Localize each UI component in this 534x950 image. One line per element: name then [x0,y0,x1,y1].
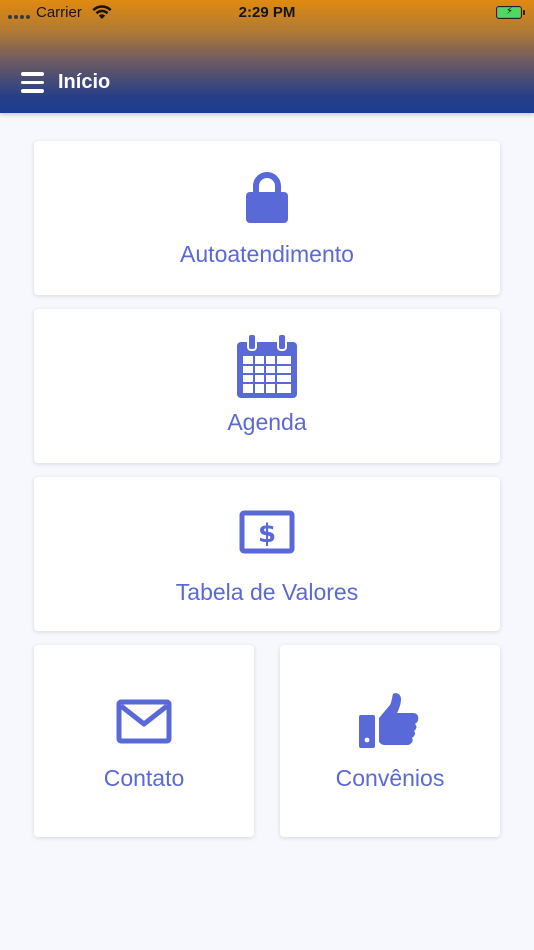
autoatendimento-card[interactable]: Autoatendimento [34,141,500,295]
money-bill-icon: $ [239,510,295,554]
svg-text:$: $ [258,519,276,549]
battery-icon: ⚡ [496,6,522,19]
contato-label: Contato [103,765,185,791]
top-app-bar: Carrier 2:29 PM ⚡ Início [0,0,534,113]
convenios-label: Convênios [335,765,445,791]
tabela-de-valores-label: Tabela de Valores [175,579,359,605]
tabela-de-valores-card[interactable]: $ Tabela de Valores [34,477,500,631]
autoatendimento-label: Autoatendimento [180,241,354,267]
page-title: Início [58,71,111,93]
battery-tip [523,10,525,15]
calendar-icon [237,334,297,398]
status-time: 2:29 PM [238,4,296,21]
lock-icon [246,172,288,223]
agenda-card[interactable]: Agenda [34,309,500,463]
agenda-label: Agenda [227,409,307,435]
thumbs-up-icon [359,693,419,748]
contato-card[interactable]: Contato [34,645,254,837]
hamburger-menu-icon[interactable] [21,72,45,93]
convenios-card[interactable]: Convênios [280,645,500,837]
envelope-icon [116,699,172,744]
status-bar: Carrier 2:29 PM ⚡ [0,0,534,26]
